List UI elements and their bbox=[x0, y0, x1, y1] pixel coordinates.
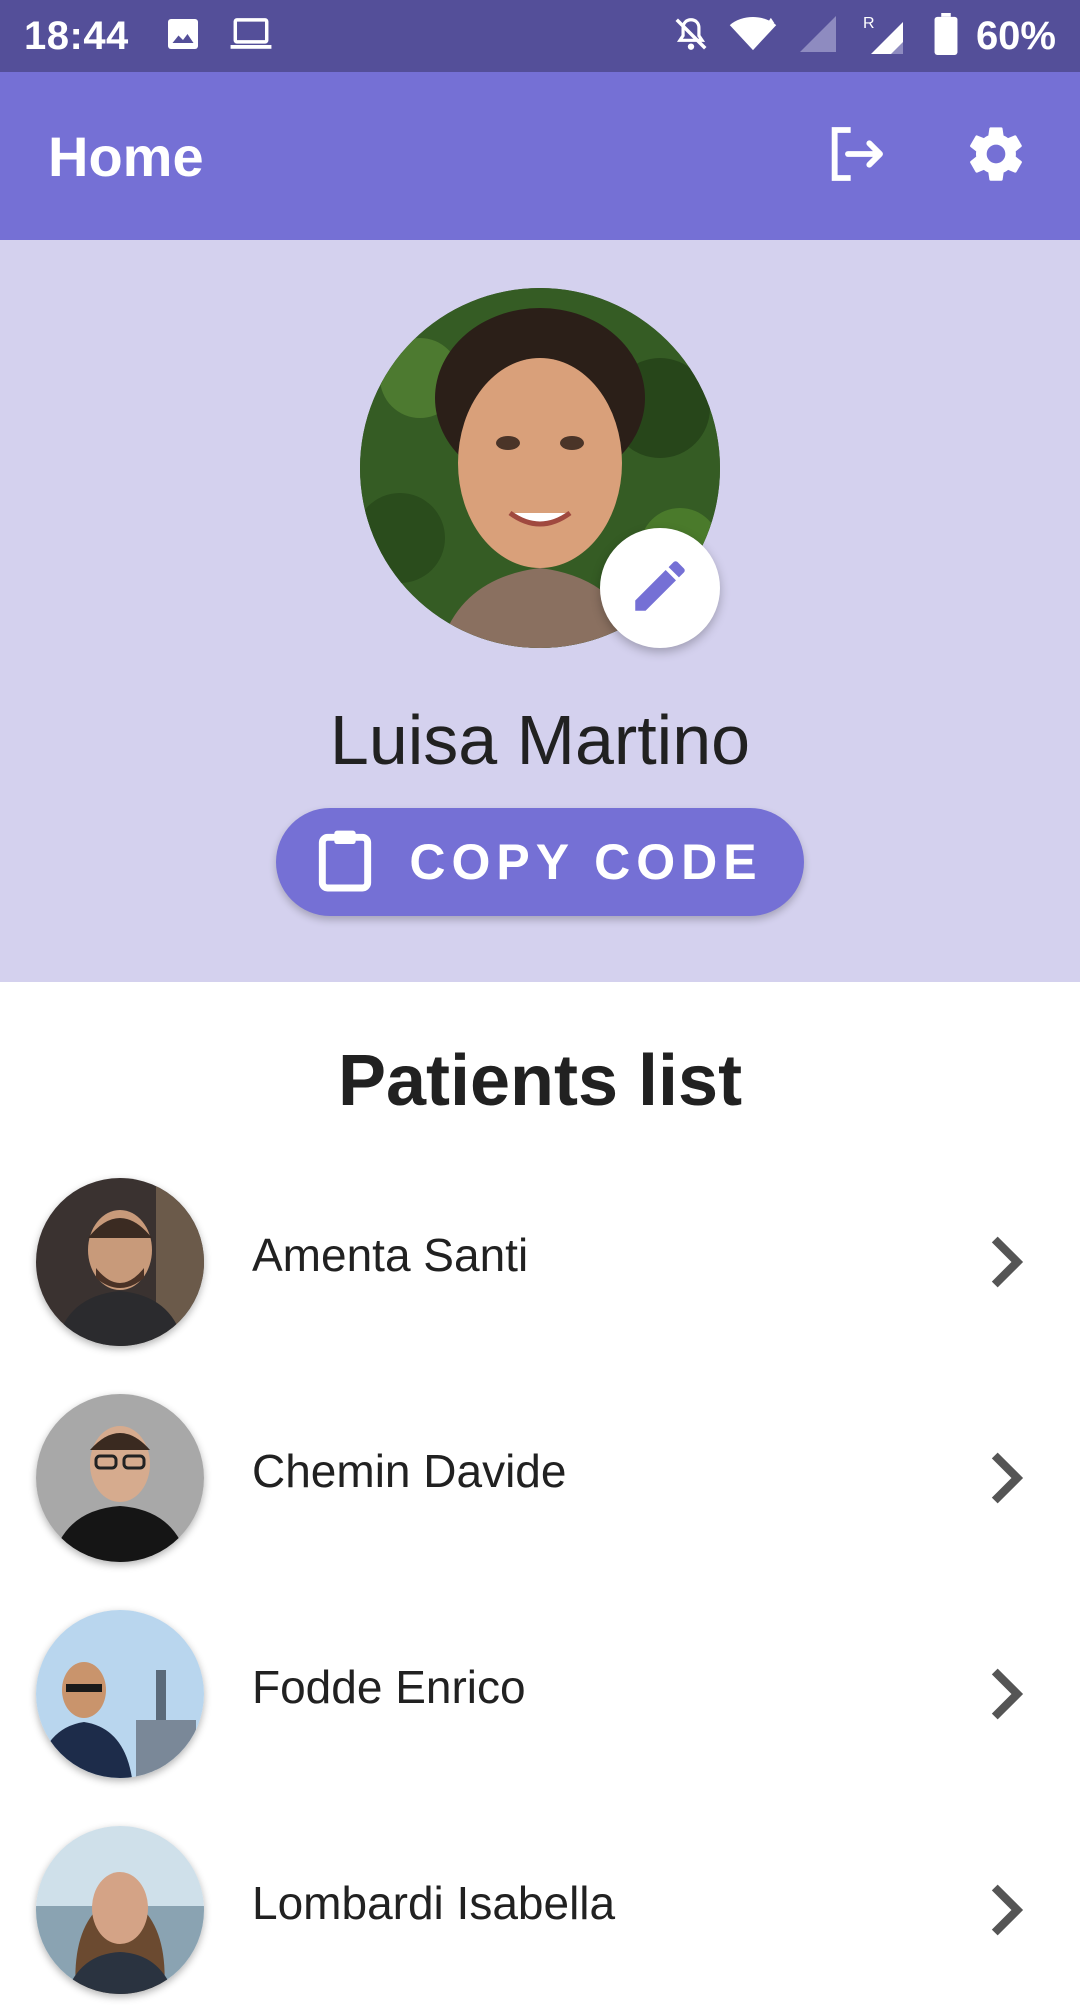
status-system-icons: R 60% bbox=[672, 12, 1056, 61]
notifications-off-icon bbox=[672, 14, 710, 59]
copy-code-button[interactable]: COPY CODE bbox=[276, 808, 804, 916]
patient-row-amenta-santi[interactable]: Amenta Santi bbox=[0, 1170, 1080, 1386]
edit-photo-button[interactable] bbox=[600, 528, 720, 648]
status-notification-icons bbox=[165, 16, 273, 57]
pencil-icon bbox=[627, 553, 693, 624]
home-screen: 18:44 R 60% Home Luisa Martino COPY CODE… bbox=[0, 0, 1080, 2005]
chevron-right-icon bbox=[982, 1880, 1030, 1940]
clipboard-icon bbox=[317, 828, 373, 897]
patient-name: Chemin Davide bbox=[252, 1445, 567, 1497]
patients-list-title: Patients list bbox=[337, 1041, 743, 1121]
status-time: 18:44 bbox=[24, 13, 129, 58]
copy-code-label: COPY CODE bbox=[409, 834, 763, 890]
laptop-icon bbox=[229, 16, 273, 57]
patient-row-fodde-enrico[interactable]: Fodde Enrico bbox=[0, 1602, 1080, 1818]
app-bar-actions bbox=[820, 120, 1032, 192]
patient-row-lombardi-isabella[interactable]: Lombardi Isabella bbox=[0, 1818, 1080, 2005]
patients-list: Amenta Santi Chemin Davide Fodde Enrico bbox=[0, 1170, 1080, 2005]
patient-name: Lombardi Isabella bbox=[252, 1877, 616, 1929]
patient-avatar bbox=[36, 1394, 204, 1562]
patient-avatar bbox=[36, 1178, 204, 1346]
status-bar: 18:44 R 60% bbox=[0, 0, 1080, 72]
patient-avatar bbox=[36, 1610, 204, 1778]
profile-header: Luisa Martino COPY CODE bbox=[0, 240, 1080, 982]
chevron-right-icon bbox=[982, 1232, 1030, 1292]
settings-button[interactable] bbox=[960, 120, 1032, 192]
settings-icon bbox=[964, 122, 1028, 191]
chevron-right-icon bbox=[982, 1664, 1030, 1724]
battery-percentage: 60% bbox=[975, 13, 1056, 58]
patient-avatar bbox=[36, 1826, 204, 1994]
page-title: Home bbox=[48, 124, 204, 188]
patient-row-chemin-davide[interactable]: Chemin Davide bbox=[0, 1386, 1080, 1602]
signal-roaming-icon: R bbox=[862, 12, 916, 61]
patient-name: Amenta Santi bbox=[252, 1229, 529, 1281]
profile-name: Luisa Martino bbox=[329, 701, 751, 779]
signal-icon bbox=[796, 14, 844, 59]
app-bar: Home bbox=[0, 72, 1080, 240]
battery-icon bbox=[934, 12, 958, 60]
logout-icon bbox=[824, 122, 888, 191]
patient-name: Fodde Enrico bbox=[252, 1661, 526, 1713]
svg-text:R: R bbox=[863, 15, 875, 32]
logout-button[interactable] bbox=[820, 120, 892, 192]
wifi-icon bbox=[728, 14, 778, 59]
chevron-right-icon bbox=[982, 1448, 1030, 1508]
image-icon bbox=[165, 16, 201, 57]
